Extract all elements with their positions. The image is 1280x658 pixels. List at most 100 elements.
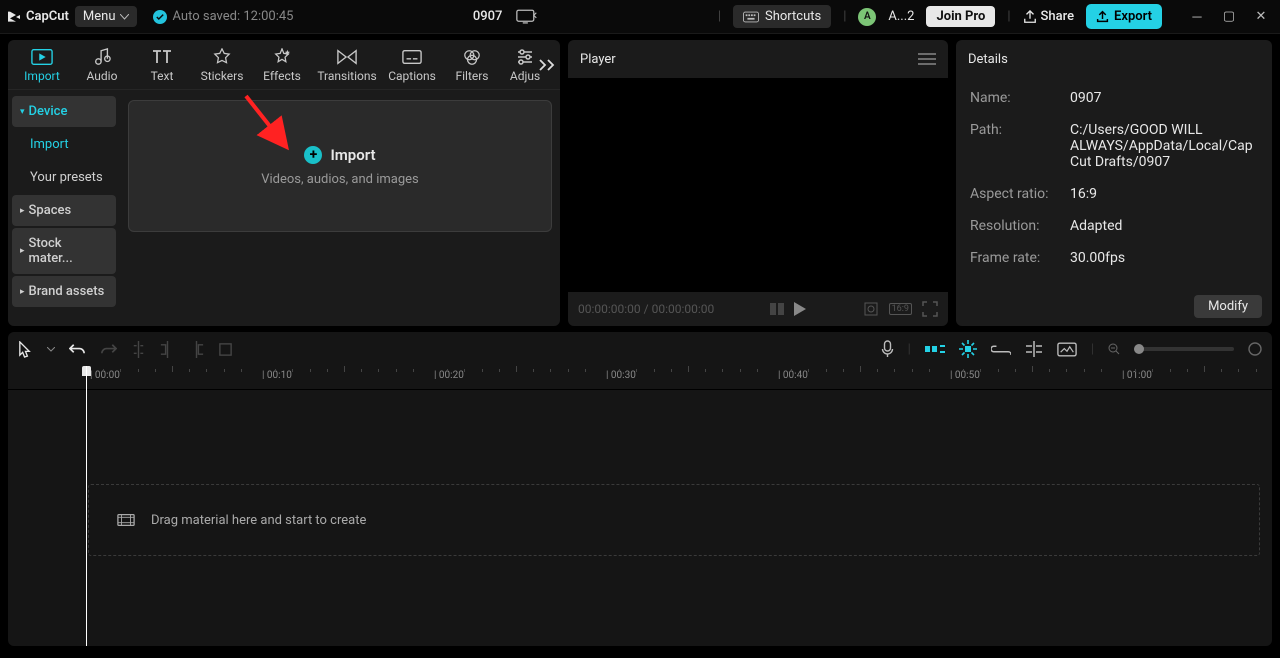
linkage-button[interactable] bbox=[991, 343, 1011, 355]
ruler-mark: | 00:40 bbox=[778, 370, 808, 381]
keyboard-icon bbox=[743, 11, 759, 23]
delete-left-tool[interactable] bbox=[160, 341, 175, 358]
tab-text[interactable]: Text bbox=[132, 47, 192, 83]
shortcuts-button[interactable]: Shortcuts bbox=[733, 5, 831, 28]
sidebar-cat-brand[interactable]: ▸Brand assets bbox=[12, 276, 116, 307]
share-button[interactable]: Share bbox=[1023, 9, 1075, 24]
zoom-fit-button[interactable] bbox=[1248, 342, 1262, 356]
divider: | bbox=[1091, 342, 1094, 357]
import-card-title: Import bbox=[330, 146, 375, 164]
crop-tool[interactable] bbox=[218, 342, 233, 357]
tab-audio-label: Audio bbox=[87, 69, 118, 83]
delete-right-tool[interactable] bbox=[189, 341, 204, 358]
aspect-badge[interactable]: 16:9 bbox=[889, 303, 912, 315]
details-panel: Details Name:0907 Path:C:/Users/GOOD WIL… bbox=[956, 40, 1272, 326]
media-library-panel: Import Audio Text Stickers Effects Trans… bbox=[8, 40, 560, 326]
join-pro-button[interactable]: Join Pro bbox=[926, 6, 995, 27]
tab-filters[interactable]: Filters bbox=[442, 47, 502, 83]
player-menu-icon[interactable] bbox=[918, 53, 936, 65]
display-icon[interactable] bbox=[516, 9, 538, 25]
capcut-logo-icon bbox=[6, 9, 22, 25]
effects-icon bbox=[273, 47, 291, 67]
chevron-down-icon: ▾ bbox=[20, 107, 25, 117]
zoom-slider[interactable] bbox=[1134, 347, 1234, 351]
minimize-button[interactable]: ─ bbox=[1184, 9, 1210, 25]
tab-captions[interactable]: Captions bbox=[382, 47, 442, 83]
redo-button[interactable] bbox=[100, 342, 117, 357]
timeline-dropzone[interactable]: Drag material here and start to create bbox=[88, 484, 1260, 556]
plus-icon: + bbox=[304, 146, 322, 164]
tab-stickers-label: Stickers bbox=[201, 69, 244, 83]
menu-button[interactable]: Menu bbox=[75, 6, 137, 27]
brand-name: CapCut bbox=[26, 9, 69, 24]
chevron-right-icon: ▸ bbox=[20, 206, 25, 216]
sidebar-cat-spaces[interactable]: ▸ Spaces bbox=[12, 195, 116, 226]
fullscreen-icon[interactable] bbox=[922, 301, 938, 317]
text-icon bbox=[152, 47, 172, 67]
auto-snap-button[interactable] bbox=[959, 340, 977, 358]
divider: | bbox=[718, 9, 721, 24]
adjust-icon bbox=[516, 47, 534, 67]
tabs-overflow-button[interactable] bbox=[538, 58, 556, 72]
mic-record-button[interactable] bbox=[881, 340, 894, 358]
sidebar-stock-label: Stock mater... bbox=[29, 236, 108, 266]
ruler-mark: | 00:30 bbox=[606, 370, 636, 381]
tab-captions-label: Captions bbox=[388, 69, 436, 83]
filters-icon bbox=[463, 47, 481, 67]
library-content: + Import Videos, audios, and images bbox=[120, 90, 560, 326]
ruler-mark: | 01:00 bbox=[1122, 370, 1152, 381]
import-card[interactable]: + Import Videos, audios, and images bbox=[128, 100, 552, 232]
close-button[interactable]: ✕ bbox=[1248, 9, 1274, 24]
magnet-main-button[interactable] bbox=[925, 342, 945, 356]
ruler-mark: | 00:50 bbox=[950, 370, 980, 381]
modify-button[interactable]: Modify bbox=[1194, 295, 1262, 318]
divider: | bbox=[843, 9, 846, 24]
cover-button[interactable] bbox=[1057, 342, 1077, 357]
play-button[interactable] bbox=[794, 302, 806, 316]
ruler-mark: | 00:20 bbox=[434, 370, 464, 381]
tab-effects[interactable]: Effects bbox=[252, 47, 312, 83]
timeline-body[interactable]: Drag material here and start to create bbox=[8, 390, 1272, 646]
media-tab-row: Import Audio Text Stickers Effects Trans… bbox=[8, 40, 560, 90]
autosave-status: Auto saved: 12:00:45 bbox=[153, 9, 294, 24]
timeline-ruler[interactable]: | 00:00| 00:10| 00:20| 00:30| 00:40| 00:… bbox=[8, 366, 1272, 390]
sidebar-item-presets[interactable]: Your presets bbox=[12, 162, 116, 193]
selection-tool[interactable] bbox=[18, 341, 33, 358]
sidebar-cat-device[interactable]: ▾Device bbox=[12, 96, 116, 127]
tab-transitions[interactable]: Transitions bbox=[312, 47, 382, 83]
timeline[interactable]: | 00:00| 00:10| 00:20| 00:30| 00:40| 00:… bbox=[8, 366, 1272, 646]
avatar[interactable]: A bbox=[858, 8, 876, 26]
detail-row-name: Name:0907 bbox=[970, 82, 1258, 114]
zoom-out-button[interactable] bbox=[1108, 343, 1120, 355]
sidebar-spaces-label: Spaces bbox=[29, 203, 72, 218]
tab-transitions-label: Transitions bbox=[317, 69, 376, 83]
selection-tool-dropdown[interactable] bbox=[47, 347, 55, 352]
dropzone-label: Drag material here and start to create bbox=[151, 513, 366, 528]
share-icon bbox=[1023, 10, 1037, 24]
sidebar-cat-stock[interactable]: ▸Stock mater... bbox=[12, 228, 116, 274]
player-stage[interactable] bbox=[568, 78, 948, 292]
scale-icon[interactable] bbox=[863, 301, 879, 317]
tab-import[interactable]: Import bbox=[12, 47, 72, 83]
compare-icon[interactable] bbox=[770, 303, 784, 315]
maximize-button[interactable]: ▢ bbox=[1216, 9, 1242, 24]
tab-audio[interactable]: Audio bbox=[72, 47, 132, 83]
stickers-icon bbox=[213, 47, 231, 67]
project-name[interactable]: 0907 bbox=[473, 9, 503, 24]
zoom-slider-thumb[interactable] bbox=[1134, 344, 1144, 354]
tab-stickers[interactable]: Stickers bbox=[192, 47, 252, 83]
tab-import-label: Import bbox=[24, 69, 60, 83]
divider: | bbox=[908, 342, 911, 357]
sidebar-item-import[interactable]: Import bbox=[12, 129, 116, 160]
player-header: Player bbox=[568, 40, 948, 78]
chevron-down-icon bbox=[120, 14, 129, 20]
preview-axis-button[interactable] bbox=[1025, 341, 1043, 357]
undo-button[interactable] bbox=[69, 342, 86, 357]
export-button[interactable]: Export bbox=[1086, 4, 1162, 29]
split-tool[interactable] bbox=[131, 341, 146, 358]
user-name[interactable]: A...2 bbox=[888, 9, 914, 24]
timeline-toolbar: | | bbox=[8, 332, 1272, 366]
tab-effects-label: Effects bbox=[263, 69, 301, 83]
window-controls: ─ ▢ ✕ bbox=[1184, 9, 1274, 25]
share-label: Share bbox=[1041, 9, 1075, 24]
